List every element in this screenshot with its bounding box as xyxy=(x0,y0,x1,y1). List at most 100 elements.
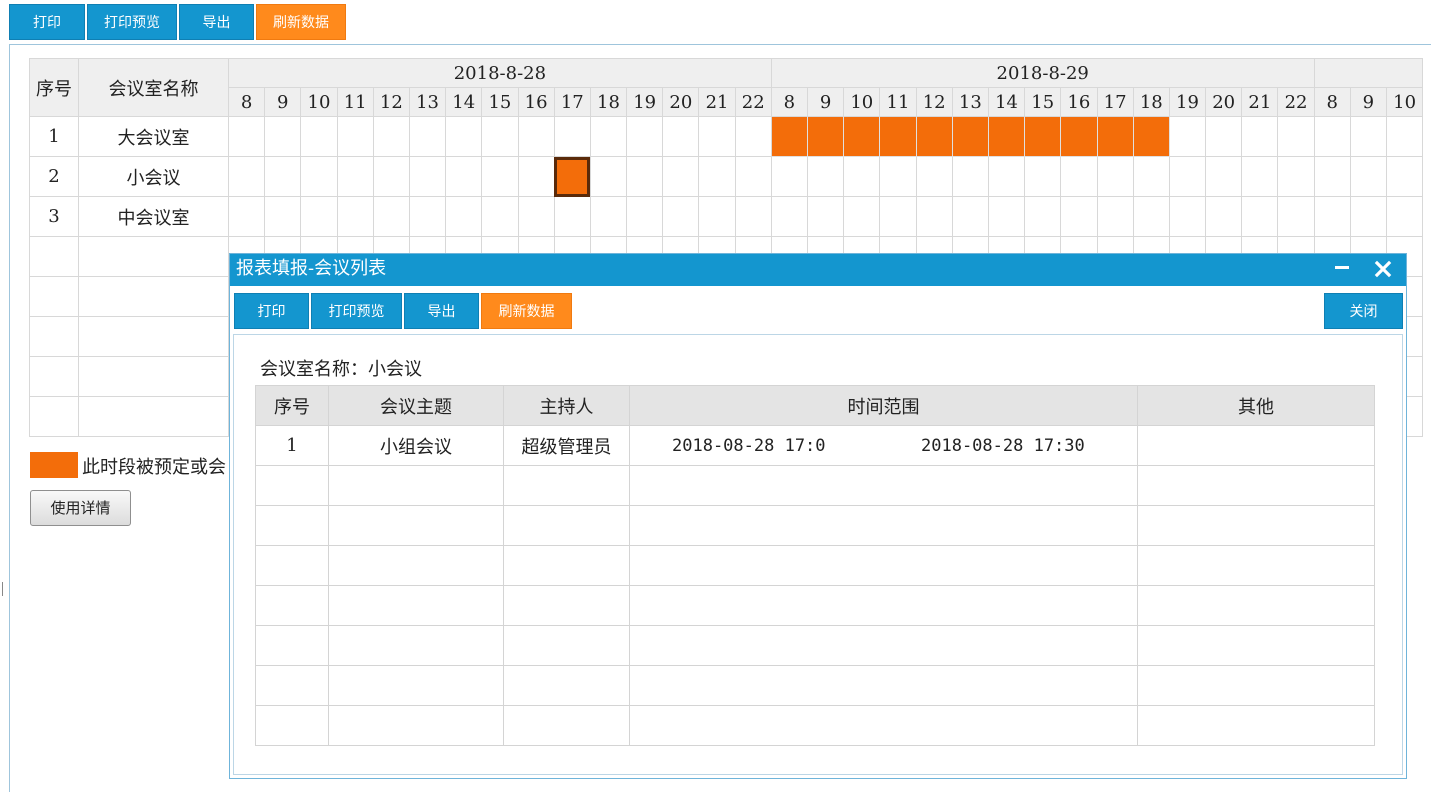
time-slot[interactable] xyxy=(1168,116,1207,157)
booked-slot[interactable] xyxy=(806,116,845,157)
time-slot[interactable] xyxy=(1205,196,1243,237)
time-slot[interactable] xyxy=(843,156,881,197)
time-slot[interactable] xyxy=(445,196,483,237)
time-slot[interactable] xyxy=(517,156,555,197)
time-slot[interactable] xyxy=(1024,196,1062,237)
time-slot[interactable] xyxy=(770,196,809,237)
time-slot[interactable] xyxy=(264,116,302,157)
time-slot[interactable] xyxy=(951,196,989,237)
time-slot[interactable] xyxy=(481,156,519,197)
time-slot[interactable] xyxy=(264,196,302,237)
dialog-refresh-button[interactable]: 刷新数据 xyxy=(481,293,572,329)
time-slot[interactable] xyxy=(1060,156,1098,197)
time-slot[interactable] xyxy=(1385,156,1424,197)
booked-slot[interactable] xyxy=(879,116,917,157)
time-slot[interactable] xyxy=(1313,156,1351,197)
time-slot[interactable] xyxy=(336,116,374,157)
time-slot[interactable] xyxy=(517,116,555,157)
booked-slot[interactable] xyxy=(843,116,881,157)
booked-slot[interactable] xyxy=(1024,116,1062,157)
time-slot[interactable] xyxy=(1349,156,1388,197)
table-row[interactable]: 1 小组会议 超级管理员 2018-08-28 17:0 2018-08-28 17:3… xyxy=(255,425,1375,466)
time-slot[interactable] xyxy=(1277,116,1315,157)
time-slot[interactable] xyxy=(1241,156,1279,197)
dialog-close-button[interactable]: 关闭 xyxy=(1324,293,1403,329)
time-slot[interactable] xyxy=(445,116,483,157)
time-slot[interactable] xyxy=(1349,116,1388,157)
time-slot[interactable] xyxy=(372,196,410,237)
booked-slot[interactable] xyxy=(1060,116,1098,157)
time-slot[interactable] xyxy=(481,116,519,157)
time-slot[interactable] xyxy=(698,196,736,237)
time-slot[interactable] xyxy=(372,116,410,157)
time-slot[interactable] xyxy=(300,196,338,237)
time-slot[interactable] xyxy=(879,196,917,237)
time-slot[interactable] xyxy=(879,156,917,197)
time-slot[interactable] xyxy=(300,156,338,197)
time-slot[interactable] xyxy=(1349,196,1388,237)
time-slot[interactable] xyxy=(662,116,700,157)
time-slot[interactable] xyxy=(806,196,845,237)
print-preview-button[interactable]: 打印预览 xyxy=(87,4,177,40)
time-slot[interactable] xyxy=(408,196,447,237)
minimize-icon[interactable] xyxy=(1335,266,1349,269)
time-slot[interactable] xyxy=(626,156,664,197)
close-icon[interactable] xyxy=(1373,258,1393,280)
time-slot[interactable] xyxy=(987,196,1026,237)
time-slot[interactable] xyxy=(626,116,664,157)
time-slot[interactable] xyxy=(1168,156,1207,197)
dialog-print-button[interactable]: 打印 xyxy=(234,293,309,329)
time-slot[interactable] xyxy=(227,196,266,237)
time-slot[interactable] xyxy=(770,156,809,197)
booked-slot[interactable] xyxy=(951,116,989,157)
time-slot[interactable] xyxy=(1024,156,1062,197)
time-slot[interactable] xyxy=(662,196,700,237)
time-slot[interactable] xyxy=(698,156,736,197)
time-slot[interactable] xyxy=(1060,196,1098,237)
time-slot[interactable] xyxy=(915,196,953,237)
time-slot[interactable] xyxy=(1385,116,1424,157)
time-slot[interactable] xyxy=(227,116,266,157)
usage-details-button[interactable]: 使用详情 xyxy=(30,490,131,526)
time-slot[interactable] xyxy=(336,196,374,237)
time-slot[interactable] xyxy=(734,116,772,157)
time-slot[interactable] xyxy=(1241,116,1279,157)
booked-slot[interactable] xyxy=(1096,116,1134,157)
booked-slot[interactable] xyxy=(553,156,591,197)
time-slot[interactable] xyxy=(1168,196,1207,237)
booked-slot[interactable] xyxy=(1132,116,1170,157)
time-slot[interactable] xyxy=(662,156,700,197)
booked-slot[interactable] xyxy=(770,116,809,157)
time-slot[interactable] xyxy=(264,156,302,197)
time-slot[interactable] xyxy=(553,196,591,237)
time-slot[interactable] xyxy=(517,196,555,237)
time-slot[interactable] xyxy=(300,116,338,157)
time-slot[interactable] xyxy=(227,156,266,197)
time-slot[interactable] xyxy=(481,196,519,237)
time-slot[interactable] xyxy=(1277,156,1315,197)
time-slot[interactable] xyxy=(987,156,1026,197)
time-slot[interactable] xyxy=(553,116,591,157)
refresh-button[interactable]: 刷新数据 xyxy=(256,4,346,40)
time-slot[interactable] xyxy=(1096,196,1134,237)
time-slot[interactable] xyxy=(951,156,989,197)
dialog-print-preview-button[interactable]: 打印预览 xyxy=(311,293,402,329)
dialog-export-button[interactable]: 导出 xyxy=(404,293,479,329)
time-slot[interactable] xyxy=(1277,196,1315,237)
time-slot[interactable] xyxy=(1241,196,1279,237)
dialog-title-bar[interactable]: 报表填报-会议列表 xyxy=(230,254,1406,286)
time-slot[interactable] xyxy=(1205,116,1243,157)
time-slot[interactable] xyxy=(1313,196,1351,237)
time-slot[interactable] xyxy=(915,156,953,197)
time-slot[interactable] xyxy=(843,196,881,237)
time-slot[interactable] xyxy=(1313,116,1351,157)
time-slot[interactable] xyxy=(1205,156,1243,197)
time-slot[interactable] xyxy=(806,156,845,197)
booked-slot[interactable] xyxy=(915,116,953,157)
time-slot[interactable] xyxy=(589,156,628,197)
time-slot[interactable] xyxy=(445,156,483,197)
time-slot[interactable] xyxy=(408,156,447,197)
time-slot[interactable] xyxy=(626,196,664,237)
time-slot[interactable] xyxy=(589,196,628,237)
time-slot[interactable] xyxy=(1096,156,1134,197)
